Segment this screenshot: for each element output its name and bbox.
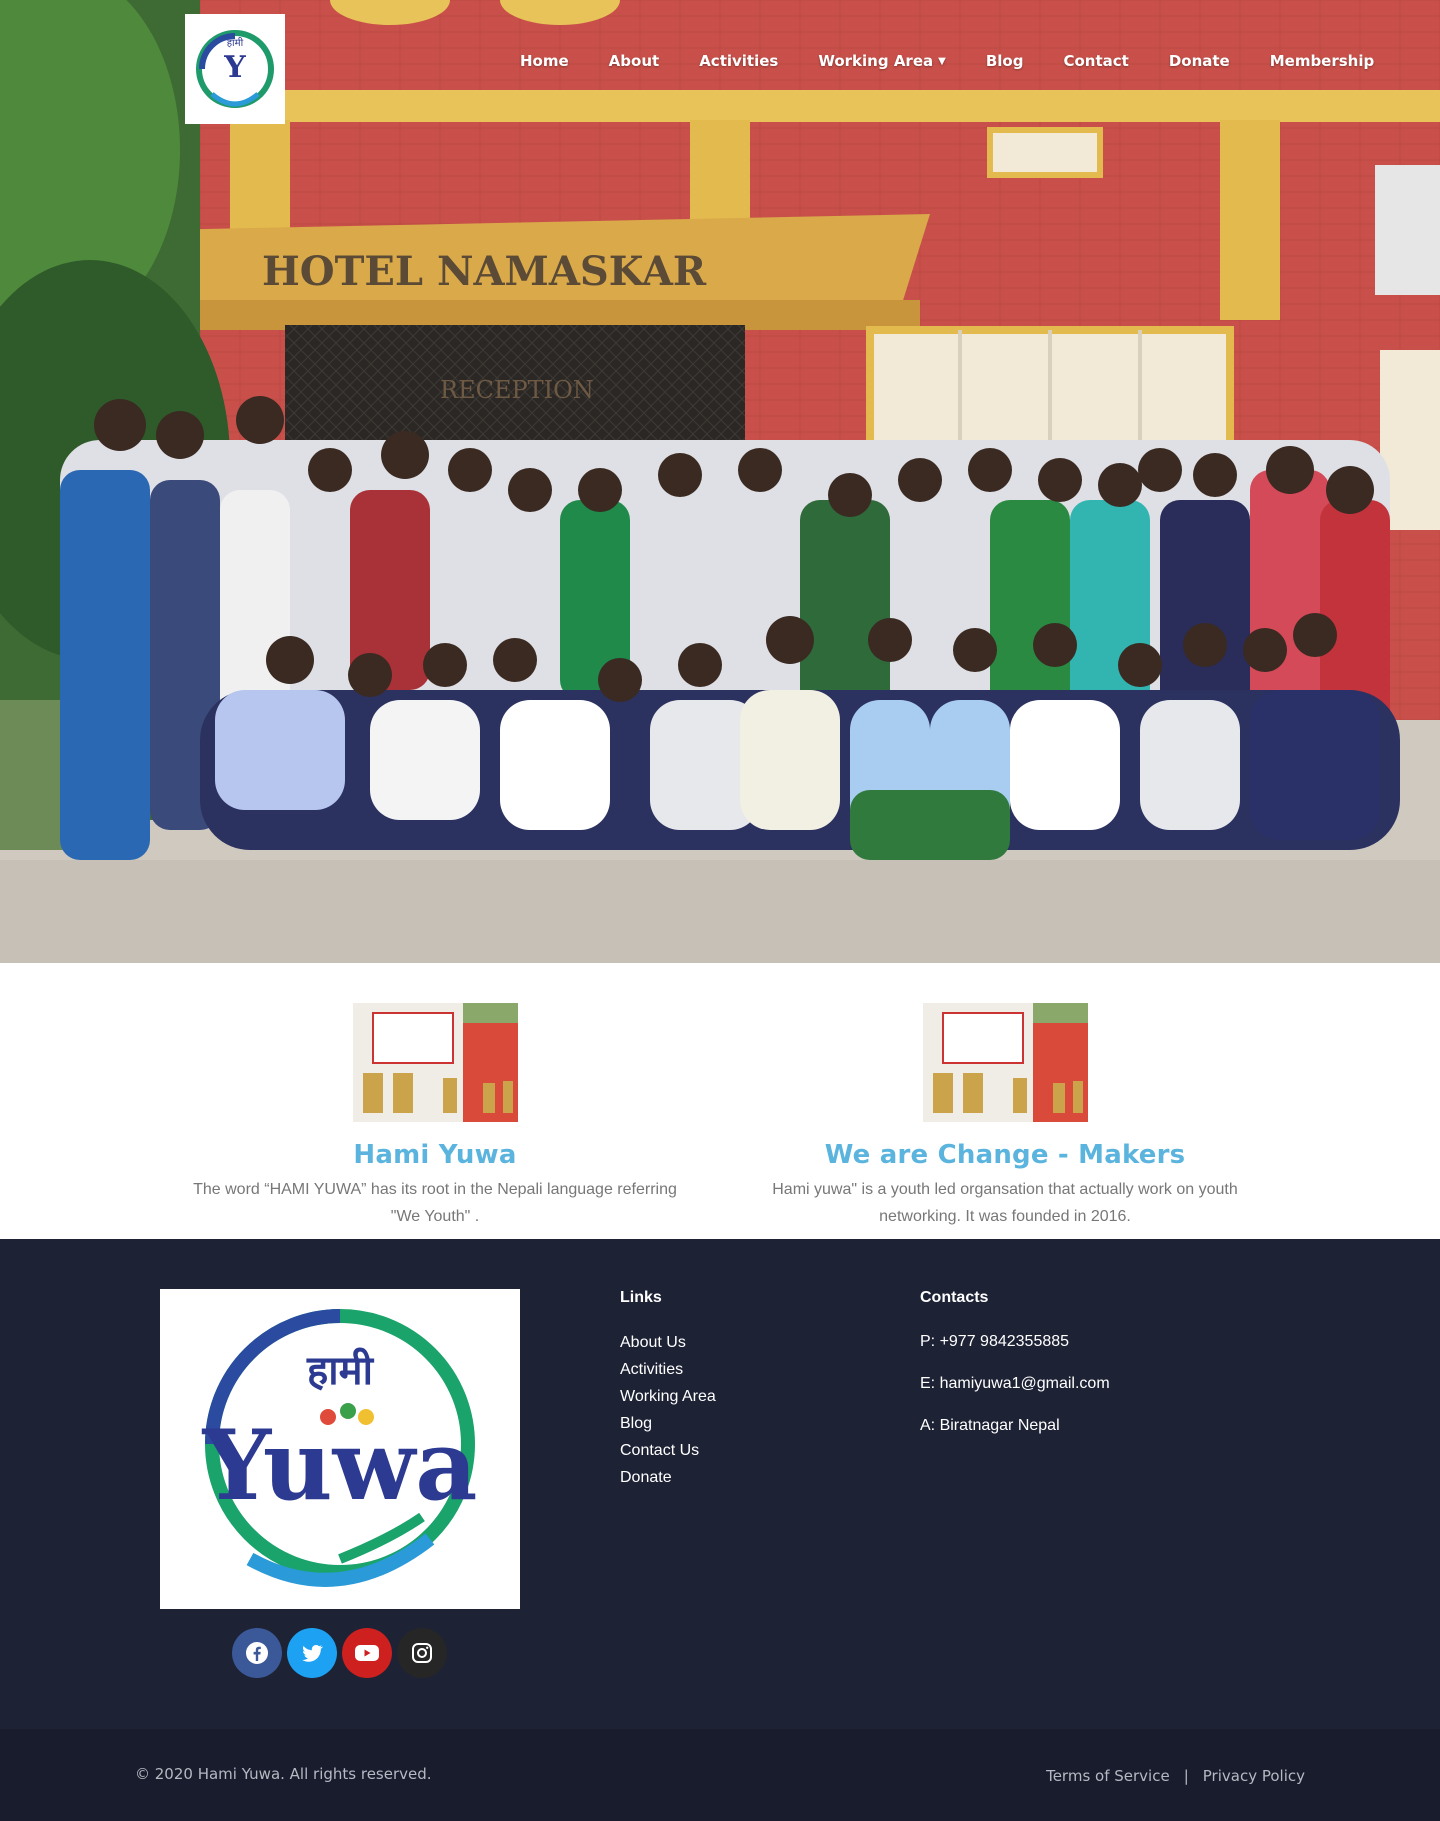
svg-text:हामी: हामी: [227, 37, 244, 49]
terms-of-service-link[interactable]: Terms of Service: [1046, 1767, 1170, 1785]
youtube-icon: [355, 1645, 379, 1661]
footer-link-about-us[interactable]: About Us: [620, 1329, 716, 1356]
svg-text:Y: Y: [223, 50, 246, 85]
twitter-button[interactable]: [287, 1628, 337, 1678]
hero-photo: HOTEL NAMASKAR RECEPTION: [0, 0, 1440, 963]
nav-donate[interactable]: Donate: [1149, 50, 1250, 72]
nav-blog-label: Blog: [985, 52, 1024, 70]
footer-link-donate[interactable]: Donate: [620, 1464, 716, 1491]
feature-title: We are Change - Makers: [824, 1140, 1186, 1170]
feature-text: Hami yuwa" is a youth led organsation th…: [772, 1181, 1238, 1225]
contacts-title: Contacts: [920, 1289, 989, 1306]
nav-home-label: Home: [520, 52, 569, 70]
twitter-icon: [302, 1644, 323, 1662]
footer-logo-main-text: Yuwa: [202, 1409, 478, 1522]
main-nav: Home About Activities Working Area ▼ Blog…: [500, 50, 1394, 72]
youtube-button[interactable]: [342, 1628, 392, 1678]
nav-about[interactable]: About: [589, 50, 680, 72]
footer-links: About Us Activities Working Area Blog Co…: [620, 1329, 716, 1491]
nav-activities[interactable]: Activities: [679, 50, 798, 72]
nav-membership-label: Membership: [1269, 52, 1375, 70]
privacy-policy-link[interactable]: Privacy Policy: [1203, 1767, 1305, 1785]
nav-about-label: About: [608, 52, 660, 70]
footer-link-working-area[interactable]: Working Area: [620, 1383, 716, 1410]
feature-card: We are Change - Makers Hami yuwa" is a y…: [735, 1003, 1275, 1230]
hami-yuwa-logo-icon: Y हामी: [196, 30, 274, 108]
nav-working-area[interactable]: Working Area ▼: [798, 50, 965, 72]
bottom-bar: © 2020 Hami Yuwa. All rights reserved. T…: [0, 1729, 1440, 1821]
contact-email: E: hamiyuwa1@gmail.com: [920, 1375, 1110, 1392]
hotel-sign-text: HOTEL NAMASKAR: [262, 248, 707, 295]
contact-phone: P: +977 9842355885: [920, 1333, 1070, 1350]
nav-membership[interactable]: Membership: [1250, 50, 1395, 72]
contact-address: A: Biratnagar Nepal: [920, 1417, 1060, 1434]
footer-logo: हामी Yuwa: [160, 1289, 520, 1609]
chevron-down-icon: ▼: [938, 55, 946, 67]
features-section: Hami Yuwa The word “HAMI YUWA” has its r…: [0, 963, 1440, 1239]
nav-blog[interactable]: Blog: [966, 50, 1044, 72]
nav-home[interactable]: Home: [500, 50, 589, 72]
copyright-text: © 2020 Hami Yuwa. All rights reserved.: [135, 1765, 432, 1783]
footer-contacts: P: +977 9842355885 E: hamiyuwa1@gmail.co…: [920, 1327, 1110, 1453]
links-title: Links: [620, 1289, 662, 1306]
nav-activities-label: Activities: [699, 52, 779, 70]
feature-image: [922, 1003, 1088, 1122]
footer-link-blog[interactable]: Blog: [620, 1410, 716, 1437]
feature-title: Hami Yuwa: [353, 1140, 517, 1170]
reception-sign-text: RECEPTION: [440, 376, 594, 404]
footer: हामी Yuwa Links About Us Activities Work…: [0, 1239, 1440, 1729]
nav-contact[interactable]: Contact: [1043, 50, 1148, 72]
facebook-icon: [246, 1642, 268, 1664]
facebook-button[interactable]: [232, 1628, 282, 1678]
feature-card: Hami Yuwa The word “HAMI YUWA” has its r…: [165, 1003, 705, 1230]
hero-banner: HOTEL NAMASKAR RECEPTION Y हामी Home Abo…: [0, 0, 1440, 963]
footer-link-contact-us[interactable]: Contact Us: [620, 1437, 716, 1464]
hami-yuwa-logo-icon: हामी Yuwa: [202, 1309, 478, 1587]
social-links: [232, 1628, 447, 1678]
feature-image: [352, 1003, 518, 1122]
instagram-icon: [412, 1643, 432, 1663]
footer-link-activities[interactable]: Activities: [620, 1356, 716, 1383]
nav-donate-label: Donate: [1168, 52, 1230, 70]
site-logo[interactable]: Y हामी: [185, 14, 285, 124]
nav-contact-label: Contact: [1063, 52, 1129, 70]
feature-text: The word “HAMI YUWA” has its root in the…: [193, 1181, 677, 1225]
nav-working-area-label: Working Area: [818, 52, 934, 70]
legal-links: Terms of Service | Privacy Policy: [1046, 1767, 1305, 1785]
footer-logo-top-text: हामी: [306, 1347, 375, 1394]
legal-separator: |: [1183, 1767, 1189, 1785]
instagram-button[interactable]: [397, 1628, 447, 1678]
